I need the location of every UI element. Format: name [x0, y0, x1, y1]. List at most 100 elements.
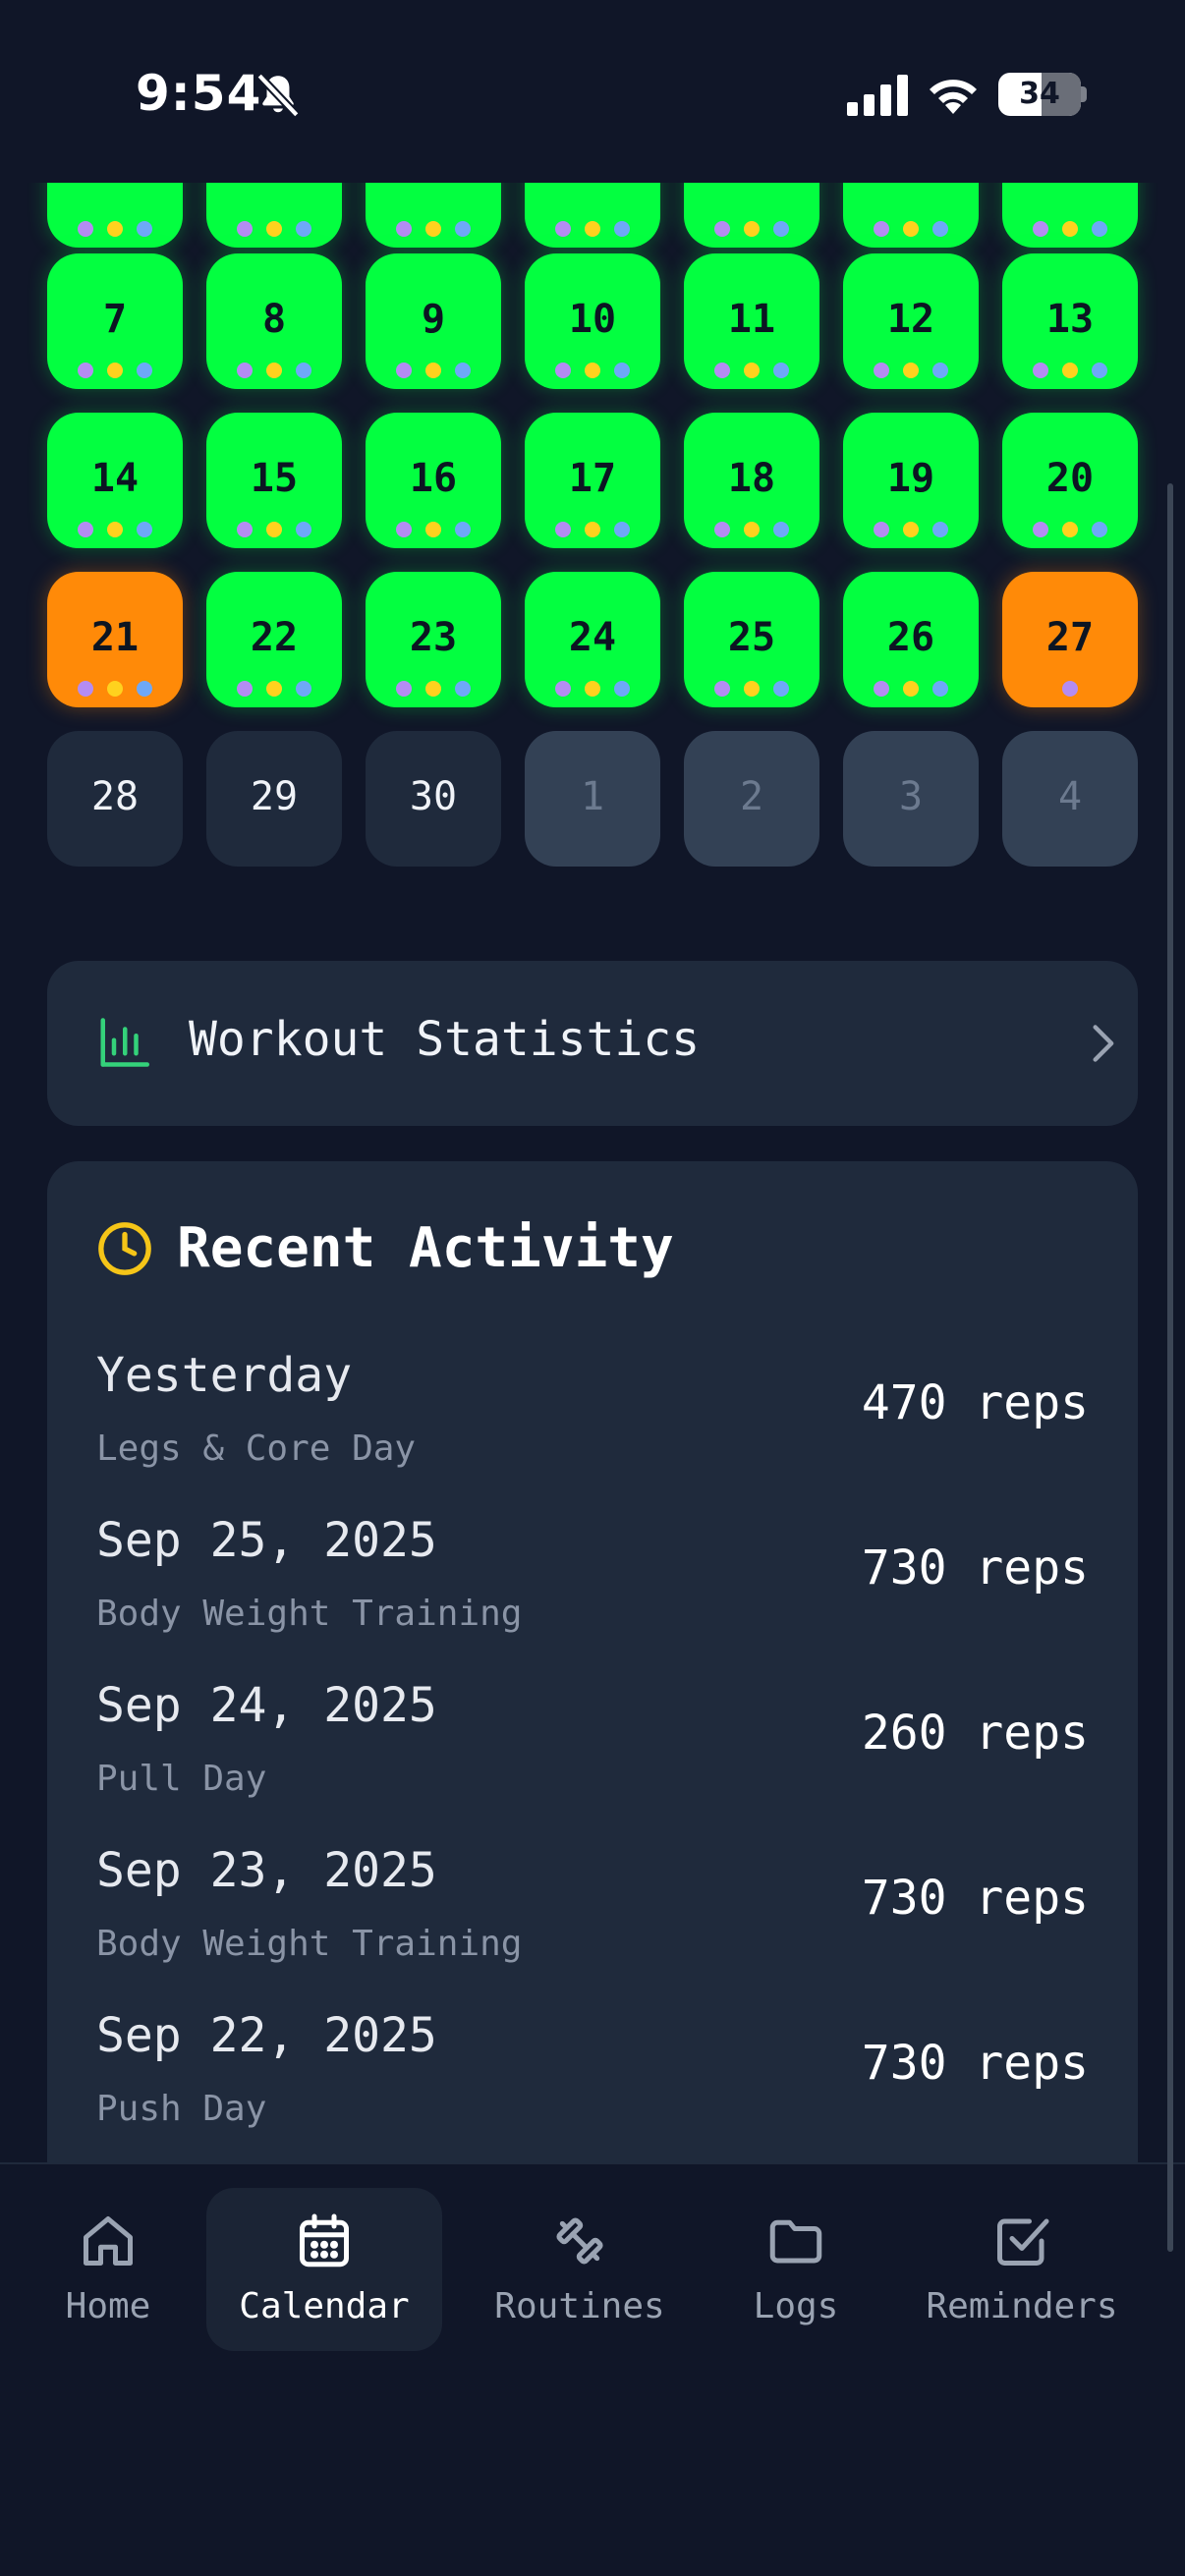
activity-reps: 730 reps	[861, 1871, 1089, 1926]
activity-reps: 470 reps	[861, 1375, 1089, 1430]
tab-home[interactable]: Home	[39, 2188, 177, 2351]
calendar-day[interactable]: 23	[366, 572, 501, 707]
calendar-day[interactable]: 1	[525, 731, 660, 867]
workout-dot	[137, 221, 152, 237]
workout-dot	[237, 221, 253, 237]
calendar-day[interactable]: 4	[1002, 731, 1138, 867]
calendar-day[interactable]: 28	[47, 731, 183, 867]
bell-slash-icon	[256, 73, 300, 118]
cellular-signal-icon	[847, 75, 908, 116]
calendar-day[interactable]: 15	[206, 413, 342, 548]
workout-statistics-card[interactable]: Workout Statistics	[47, 961, 1138, 1126]
workout-dot	[874, 221, 889, 237]
activity-row[interactable]: Sep 24, 2025 Pull Day 260 reps	[47, 1678, 1138, 1843]
calendar-day[interactable]: 18	[684, 413, 819, 548]
workout-dot	[396, 681, 412, 697]
tab-reminders[interactable]: Reminders	[914, 2188, 1130, 2351]
calendar-day[interactable]: 21	[47, 572, 183, 707]
calendar-grid: 7 8 9 10 11 12 13 14 15 16 17 18 19 20 21 22 23 24 25 26 27 2…	[0, 112, 1185, 870]
calendar-day[interactable]: 19	[843, 413, 979, 548]
calendar-day-number: 21	[90, 615, 140, 660]
workout-dot	[773, 522, 789, 537]
workout-dot	[555, 681, 571, 697]
workout-dot	[773, 681, 789, 697]
workout-dot	[425, 522, 441, 537]
workout-dot	[555, 221, 571, 237]
workout-dots	[843, 522, 979, 537]
calendar-day[interactable]: 8	[206, 253, 342, 389]
workout-dot	[1092, 363, 1107, 378]
calendar-day[interactable]: 22	[206, 572, 342, 707]
workout-statistics-label: Workout Statistics	[189, 1012, 701, 1067]
workout-dot	[425, 221, 441, 237]
workout-dots	[843, 221, 979, 237]
calendar-day[interactable]: 7	[47, 253, 183, 389]
activity-row[interactable]: Sep 23, 2025 Body Weight Training 730 reps	[47, 1843, 1138, 2008]
clock-icon	[98, 1222, 151, 1275]
workout-dots	[1002, 681, 1138, 697]
workout-dot	[874, 522, 889, 537]
tab-routines[interactable]: Routines	[481, 2188, 678, 2351]
calendar-day[interactable]: 2	[684, 731, 819, 867]
calendar-day[interactable]: 25	[684, 572, 819, 707]
activity-date: Sep 23, 2025	[96, 1843, 437, 1898]
workout-dot	[932, 221, 948, 237]
workout-dot	[903, 363, 919, 378]
workout-dot	[78, 363, 93, 378]
tab-reminders-label: Reminders	[926, 2286, 1118, 2326]
workout-dot	[137, 522, 152, 537]
tab-calendar[interactable]: Calendar	[206, 2188, 442, 2351]
workout-dot	[237, 363, 253, 378]
workout-dot	[874, 681, 889, 697]
calendar-day[interactable]: 9	[366, 253, 501, 389]
calendar-day[interactable]: 29	[206, 731, 342, 867]
calendar-day[interactable]: 16	[366, 413, 501, 548]
calendar-day-number: 29	[250, 774, 299, 819]
calendar-day-number: 25	[727, 615, 776, 660]
workout-dot	[1033, 221, 1048, 237]
workout-dot	[455, 221, 471, 237]
calendar-day[interactable]: 10	[525, 253, 660, 389]
workout-dot	[78, 681, 93, 697]
calendar-day[interactable]: 30	[366, 731, 501, 867]
workout-dot	[107, 522, 123, 537]
workout-dot	[714, 522, 730, 537]
workout-dot	[396, 522, 412, 537]
calendar-day[interactable]: 13	[1002, 253, 1138, 389]
dumbbell-icon	[556, 2217, 603, 2265]
activity-row[interactable]: Yesterday Legs & Core Day 470 reps	[47, 1348, 1138, 1513]
calendar-day[interactable]: 12	[843, 253, 979, 389]
calendar-day[interactable]: 26	[843, 572, 979, 707]
workout-dots	[525, 522, 660, 537]
calendar-day[interactable]: 24	[525, 572, 660, 707]
calendar-day[interactable]: 14	[47, 413, 183, 548]
workout-dots	[47, 522, 183, 537]
calendar-day-number: 3	[898, 774, 924, 819]
workout-dot	[1062, 681, 1078, 697]
workout-dot	[266, 363, 282, 378]
workout-dot	[744, 681, 760, 697]
workout-dot	[455, 363, 471, 378]
calendar-day-number: 4	[1057, 774, 1083, 819]
workout-dot	[744, 363, 760, 378]
tab-routines-label: Routines	[494, 2286, 665, 2326]
calendar-day-number: 13	[1045, 297, 1095, 342]
calendar-day[interactable]: 3	[843, 731, 979, 867]
workout-dot	[1062, 221, 1078, 237]
calendar-day[interactable]: 27	[1002, 572, 1138, 707]
calendar-day[interactable]: 20	[1002, 413, 1138, 548]
tab-logs[interactable]: Logs	[727, 2188, 865, 2351]
scrollbar[interactable]	[1167, 483, 1173, 2252]
workout-dots	[47, 681, 183, 697]
calendar-day[interactable]: 11	[684, 253, 819, 389]
tab-home-label: Home	[65, 2286, 151, 2326]
activity-row[interactable]: Sep 25, 2025 Body Weight Training 730 reps	[47, 1513, 1138, 1678]
activity-date: Sep 24, 2025	[96, 1678, 437, 1733]
battery-tip	[1081, 86, 1087, 102]
bar-chart-icon	[100, 1018, 149, 1067]
tab-calendar-label: Calendar	[239, 2286, 410, 2326]
calendar-day-number: 27	[1045, 615, 1095, 660]
workout-dot	[266, 221, 282, 237]
activity-row[interactable]: Sep 22, 2025 Push Day 730 reps	[47, 2008, 1138, 2163]
calendar-day[interactable]: 17	[525, 413, 660, 548]
